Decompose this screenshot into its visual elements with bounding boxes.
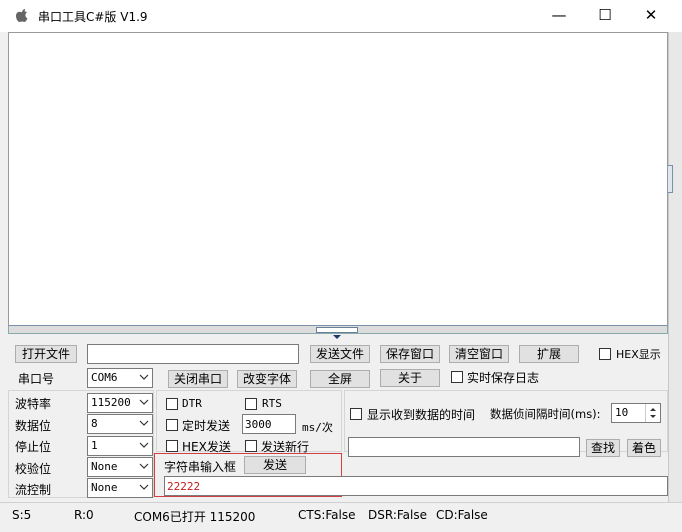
chevron-down-icon [139, 484, 149, 490]
stopbits-value: 1 [91, 439, 98, 452]
window-title: 串口工具C#版 V1.9 [38, 10, 148, 24]
databits-value: 8 [91, 417, 98, 430]
close-button[interactable]: ✕ [628, 0, 674, 30]
string-input-label: 字符串输入框 [164, 460, 237, 474]
parity-select[interactable]: None [87, 457, 153, 477]
send-button[interactable]: 发送 [244, 456, 306, 474]
timed-send-label: 定时发送 [182, 419, 231, 433]
realtime-log-checkbox[interactable] [451, 371, 463, 383]
change-font-button[interactable]: 改变字体 [237, 370, 297, 388]
expand-button[interactable]: 扩展 [519, 345, 579, 363]
rts-label: RTS [262, 397, 282, 410]
recv-count: R:0 [74, 508, 94, 522]
close-port-button[interactable]: 关闭串口 [168, 370, 228, 388]
show-time-checkbox[interactable] [350, 408, 362, 420]
port-select[interactable]: COM6 [87, 368, 153, 388]
parity-value: None [91, 460, 118, 473]
frame-interval-value: 10 [615, 406, 629, 419]
close-icon: ✕ [644, 6, 658, 24]
show-time-label: 显示收到数据的时间 [367, 408, 476, 422]
dtr-label: DTR [182, 397, 202, 410]
splitter-handle[interactable] [316, 327, 358, 339]
color-button[interactable]: 着色 [627, 439, 661, 457]
port-label: 串口号 [18, 372, 55, 386]
send-newline-checkbox[interactable] [245, 440, 257, 452]
flow-value: None [91, 481, 118, 494]
dtr-checkbox[interactable] [166, 398, 178, 410]
interval-input[interactable] [242, 414, 296, 434]
search-input[interactable] [348, 437, 580, 457]
cts-status: CTS:False [298, 508, 356, 522]
chevron-down-icon [139, 463, 149, 469]
save-window-button[interactable]: 保存窗口 [380, 345, 440, 363]
open-file-button[interactable]: 打开文件 [15, 345, 77, 363]
stopbits-select[interactable]: 1 [87, 436, 153, 456]
chevron-down-icon [139, 420, 149, 426]
clear-window-button[interactable]: 清空窗口 [449, 345, 509, 363]
flow-select[interactable]: None [87, 478, 153, 498]
apple-icon [16, 9, 28, 22]
chevron-down-icon [139, 442, 149, 448]
parity-label: 校验位 [15, 462, 52, 476]
right-edge [668, 32, 682, 502]
hex-send-checkbox[interactable] [166, 440, 178, 452]
baud-value: 115200 [91, 396, 131, 409]
chevron-down-icon [139, 399, 149, 405]
find-button[interactable]: 查找 [586, 439, 620, 457]
minimize-button[interactable]: — [536, 0, 582, 30]
rts-checkbox[interactable] [245, 398, 257, 410]
frame-interval-label: 数据侦间隔时间(ms): [490, 407, 601, 421]
minimize-icon: — [551, 6, 567, 24]
send-file-button[interactable]: 发送文件 [310, 345, 370, 363]
fullscreen-button[interactable]: 全屏 [310, 370, 370, 388]
baud-label: 波特率 [15, 397, 52, 411]
send-count: S:5 [12, 508, 32, 522]
chevron-down-icon [139, 374, 149, 380]
about-button[interactable]: 关于 [380, 369, 440, 387]
cd-status: CD:False [436, 508, 488, 522]
hex-display-label: HEX显示 [616, 348, 661, 361]
send-text-input[interactable] [164, 476, 668, 496]
flow-label: 流控制 [15, 483, 52, 497]
receive-textarea[interactable] [8, 32, 668, 332]
maximize-icon: ☐ [598, 6, 612, 24]
timed-send-checkbox[interactable] [166, 419, 178, 431]
chevron-down-icon [333, 335, 341, 339]
port-value: COM6 [91, 371, 118, 384]
spinner-icon [650, 408, 656, 418]
maximize-button[interactable]: ☐ [582, 0, 628, 30]
baud-select[interactable]: 115200 [87, 393, 153, 413]
databits-select[interactable]: 8 [87, 414, 153, 434]
port-status: COM6已打开 115200 [134, 510, 256, 524]
dsr-status: DSR:False [368, 508, 427, 522]
databits-label: 数据位 [15, 419, 52, 433]
interval-unit-label: ms/次 [302, 421, 333, 434]
realtime-log-label: 实时保存日志 [467, 371, 540, 385]
file-path-input[interactable] [87, 344, 299, 364]
stopbits-label: 停止位 [15, 440, 52, 454]
spinner-arrows[interactable] [645, 404, 660, 422]
hex-display-checkbox[interactable] [599, 348, 611, 360]
frame-interval-spinner[interactable]: 10 [611, 403, 661, 423]
